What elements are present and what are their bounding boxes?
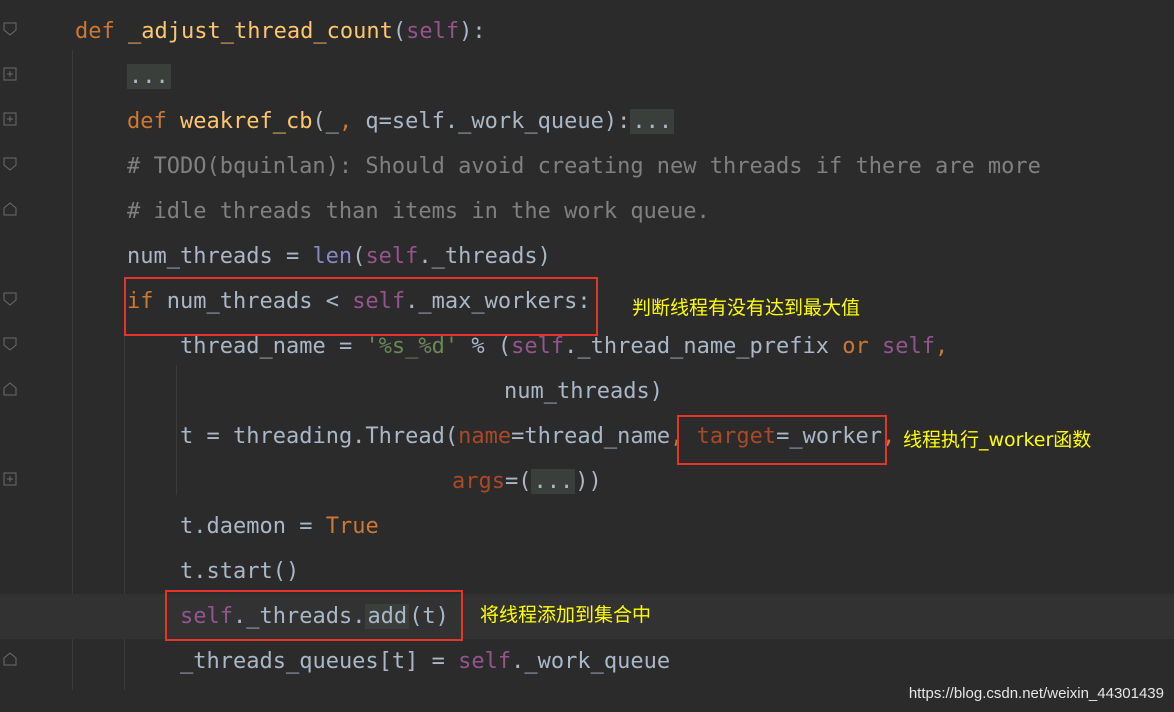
- code-token: (: [352, 244, 366, 269]
- code-token: self: [511, 334, 565, 359]
- code-line-content: def _adjust_thread_count(self):: [75, 9, 486, 54]
- fold-end-icon[interactable]: [3, 382, 17, 396]
- fold-open-icon[interactable]: [3, 337, 17, 351]
- code-token: def: [127, 109, 180, 134]
- code-token: or: [842, 334, 883, 359]
- code-line[interactable]: t.start(): [0, 549, 1174, 594]
- code-line-content: num_threads): [504, 369, 663, 414]
- code-token: # idle threads than items in the work qu…: [127, 199, 710, 224]
- code-line-content: t.daemon = True: [180, 504, 379, 549]
- code-token: ._work_queue: [511, 649, 671, 674]
- code-token: name: [458, 424, 512, 449]
- code-line[interactable]: # TODO(bquinlan): Should avoid creating …: [0, 144, 1174, 189]
- code-token: _adjust_thread_count: [127, 19, 393, 44]
- code-line-content: def weakref_cb(_, q=self._work_queue):..…: [127, 99, 675, 144]
- code-token: '%s_%d': [365, 334, 459, 359]
- code-line-content: num_threads = len(self._threads): [127, 234, 551, 279]
- code-token: )): [575, 469, 602, 494]
- fold-closed-icon[interactable]: [3, 67, 17, 81]
- code-token: ._thread_name_prefix: [564, 334, 843, 359]
- code-token: self: [365, 244, 419, 269]
- code-token: t.start(): [180, 559, 300, 584]
- highlight-box-threads-add: [165, 590, 463, 641]
- code-line-content: # idle threads than items in the work qu…: [127, 189, 710, 234]
- fold-closed-icon[interactable]: [3, 112, 17, 126]
- collapsed-code-block[interactable]: ...: [531, 469, 576, 494]
- code-line-content: args=(...)): [452, 459, 602, 504]
- code-line[interactable]: num_threads): [0, 369, 1174, 414]
- annotation-max-workers: 判断线程有没有达到最大值: [632, 297, 861, 319]
- highlight-box-target-worker: [677, 415, 887, 465]
- annotation-target-worker: 线程执行_worker函数: [903, 429, 1092, 451]
- code-token: args: [452, 469, 505, 494]
- collapsed-code-block[interactable]: ...: [630, 109, 675, 134]
- code-token: # TODO(bquinlan): Should avoid creating …: [127, 154, 1041, 179]
- code-line-content: ...: [127, 54, 171, 99]
- code-token: self: [882, 334, 936, 359]
- code-line-content: _threads_queues[t] = self._work_queue: [180, 639, 670, 684]
- code-token: self: [406, 19, 460, 44]
- code-token: ):: [459, 19, 486, 44]
- code-line[interactable]: _threads_queues[t] = self._work_queue: [0, 639, 1174, 684]
- code-token: num_threads =: [127, 244, 313, 269]
- code-token: thread_name =: [180, 334, 366, 359]
- code-token: (_: [312, 109, 339, 134]
- code-line[interactable]: # idle threads than items in the work qu…: [0, 189, 1174, 234]
- code-line[interactable]: ...: [0, 54, 1174, 99]
- fold-end-icon[interactable]: [3, 652, 17, 666]
- code-token: =(: [504, 469, 532, 494]
- code-line-content: t.start(): [180, 549, 299, 594]
- fold-end-icon[interactable]: [3, 202, 17, 216]
- fold-closed-icon[interactable]: [3, 472, 17, 486]
- code-line[interactable]: def _adjust_thread_count(self):: [0, 9, 1174, 54]
- code-line[interactable]: args=(...)): [0, 459, 1174, 504]
- code-token: ,: [935, 334, 949, 359]
- code-token: % (: [458, 334, 512, 359]
- code-line[interactable]: def weakref_cb(_, q=self._work_queue):..…: [0, 99, 1174, 144]
- fold-open-icon[interactable]: [3, 22, 17, 36]
- code-line[interactable]: num_threads = len(self._threads): [0, 234, 1174, 279]
- watermark: https://blog.csdn.net/weixin_44301439: [908, 685, 1164, 702]
- code-line-content: # TODO(bquinlan): Should avoid creating …: [127, 144, 1041, 189]
- code-line[interactable]: t.daemon = True: [0, 504, 1174, 549]
- code-token: t.daemon =: [180, 514, 326, 539]
- code-token: =thread_name: [511, 424, 671, 449]
- collapsed-code-block[interactable]: ...: [127, 64, 171, 89]
- fold-open-icon[interactable]: [3, 157, 17, 171]
- code-token: True: [325, 514, 379, 539]
- code-token: weakref_cb: [179, 109, 313, 134]
- annotation-threads-add: 将线程添加到集合中: [480, 604, 652, 626]
- code-editor[interactable]: def _adjust_thread_count(self):... def we…: [0, 0, 1174, 712]
- code-token: t = threading.Thread(: [180, 424, 459, 449]
- code-token: len: [312, 244, 353, 269]
- code-token: num_threads): [504, 379, 663, 404]
- code-token: q=self._work_queue):: [352, 109, 631, 134]
- fold-open-icon[interactable]: [3, 292, 17, 306]
- code-token: ._threads): [418, 244, 551, 269]
- code-token: def: [75, 19, 128, 44]
- code-token: (: [392, 19, 407, 44]
- highlight-box-max-workers: [124, 277, 598, 336]
- code-token: self: [458, 649, 512, 674]
- code-token: ,: [338, 109, 353, 134]
- code-token: _threads_queues[t] =: [180, 649, 459, 674]
